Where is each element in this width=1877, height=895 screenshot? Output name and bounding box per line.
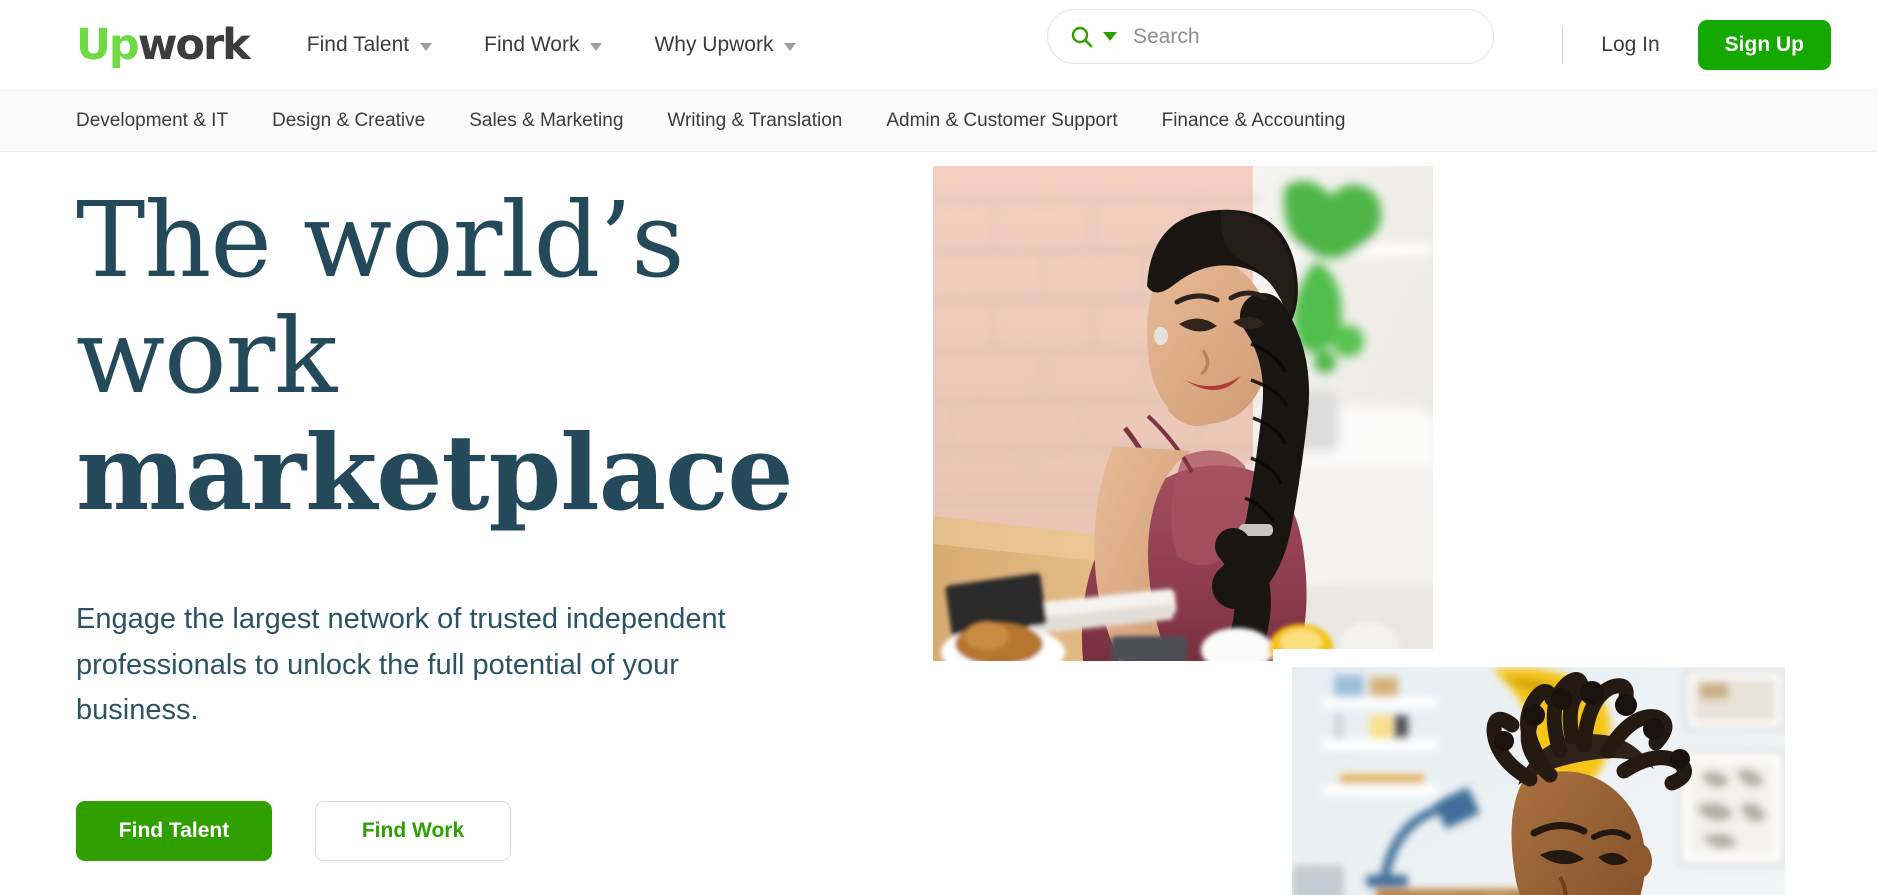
- category-item-sales-marketing[interactable]: Sales & Marketing: [447, 91, 645, 151]
- find-work-button[interactable]: Find Work: [315, 801, 511, 862]
- category-item-admin-customer-support[interactable]: Admin & Customer Support: [864, 91, 1139, 151]
- hero-title-line-1: The world’s work: [76, 179, 685, 418]
- search-input[interactable]: [1133, 24, 1471, 49]
- nav-item-find-work[interactable]: Find Work: [458, 23, 628, 67]
- nav-item-label: Find Talent: [306, 33, 410, 56]
- primary-nav: Find Talent Find Work Why Upwork: [307, 23, 823, 67]
- upwork-homepage: Upwork Find Talent Find Work Why Upwork: [0, 0, 1877, 895]
- chevron-down-icon: [420, 43, 433, 51]
- site-header: Upwork Find Talent Find Work Why Upwork: [0, 0, 1877, 90]
- category-item-development-it[interactable]: Development & IT: [76, 91, 250, 151]
- search-container: [1047, 9, 1494, 64]
- hero-image-woman-working: [933, 166, 1433, 661]
- hero-title-line-2: marketplace: [76, 410, 794, 534]
- hero-subtitle: Engage the largest network of trusted in…: [76, 603, 726, 726]
- chevron-down-icon: [590, 43, 603, 51]
- hero-image-man-frame: [1275, 652, 1785, 895]
- category-item-finance-accounting[interactable]: Finance & Accounting: [1140, 91, 1368, 151]
- header-divider: [1562, 26, 1564, 64]
- page-title: The world’s work marketplace: [76, 182, 906, 531]
- search-icon: [1071, 26, 1093, 47]
- hero-section: The world’s work marketplace Engage the …: [0, 152, 1877, 895]
- upwork-logo[interactable]: Up work: [76, 19, 251, 70]
- nav-item-why-upwork[interactable]: Why Upwork: [628, 23, 822, 67]
- hero-image-man-working-graphic: [1292, 667, 1785, 895]
- nav-item-label: Find Work: [484, 33, 580, 56]
- hero-image-man-working: [1292, 667, 1785, 895]
- hero-copy: The world’s work marketplace Engage the …: [76, 182, 906, 862]
- category-nav: Development & IT Design & Creative Sales…: [0, 90, 1877, 152]
- search-category-selector[interactable]: [1070, 25, 1117, 49]
- category-item-design-creative[interactable]: Design & Creative: [250, 91, 447, 151]
- logo-text-work: work: [137, 19, 251, 70]
- logo-text-up: Up: [76, 19, 140, 70]
- nav-item-label: Why Upwork: [654, 33, 774, 56]
- chevron-down-icon: [1103, 32, 1117, 41]
- category-item-writing-translation[interactable]: Writing & Translation: [645, 91, 864, 151]
- header-actions: Log In Sign Up: [1562, 0, 1831, 90]
- hero-image-a-cutout: [1273, 649, 1438, 895]
- login-link[interactable]: Log In: [1601, 33, 1659, 57]
- nav-item-find-talent[interactable]: Find Talent: [307, 23, 458, 67]
- find-talent-button[interactable]: Find Talent: [76, 801, 272, 862]
- hero-image-woman-working-graphic: [933, 166, 1433, 661]
- search-box[interactable]: [1047, 9, 1494, 64]
- hero-cta-group: Find Talent Find Work: [76, 801, 906, 862]
- chevron-down-icon: [784, 43, 797, 51]
- signup-button[interactable]: Sign Up: [1697, 20, 1831, 70]
